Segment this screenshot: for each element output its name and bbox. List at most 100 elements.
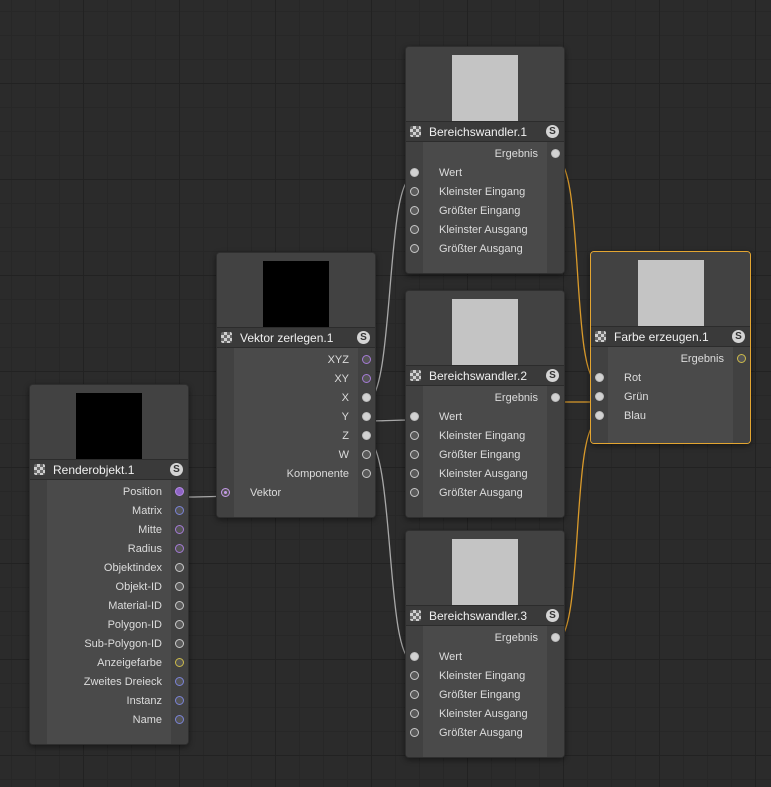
port-x[interactable]: X — [217, 389, 375, 408]
port-dot[interactable] — [410, 690, 419, 699]
port-dot[interactable] — [410, 187, 419, 196]
port-groesster-eingang[interactable]: Größter Eingang — [406, 686, 564, 705]
port-dot[interactable] — [551, 149, 560, 158]
port-mitte[interactable]: Mitte — [30, 521, 188, 540]
port-dot[interactable] — [175, 506, 184, 515]
port-ergebnis[interactable]: Ergebnis — [406, 629, 564, 648]
port-dot[interactable] — [551, 633, 560, 642]
port-groesster-eingang[interactable]: Größter Eingang — [406, 446, 564, 465]
port-dot[interactable] — [175, 639, 184, 648]
port-dot[interactable] — [410, 206, 419, 215]
port-xy[interactable]: XY — [217, 370, 375, 389]
port-dot[interactable] — [362, 412, 371, 421]
node-renderobjekt[interactable]: Renderobjekt.1 S Position Matrix Mitte R… — [29, 384, 189, 745]
port-dot[interactable] — [410, 709, 419, 718]
port-blau[interactable]: Blau — [591, 407, 750, 426]
port-groesster-ausgang[interactable]: Größter Ausgang — [406, 724, 564, 743]
node-bereichswandler-1[interactable]: Bereichswandler.1 S Ergebnis Wert Kleins… — [405, 46, 565, 274]
port-dot[interactable] — [362, 374, 371, 383]
port-dot[interactable] — [175, 620, 184, 629]
port-dot[interactable] — [175, 677, 184, 686]
port-dot[interactable] — [175, 601, 184, 610]
port-kleinster-eingang[interactable]: Kleinster Eingang — [406, 667, 564, 686]
node-header[interactable]: Bereichswandler.3 S — [406, 605, 564, 626]
port-komponente[interactable]: Komponente — [217, 465, 375, 484]
node-bereichswandler-2[interactable]: Bereichswandler.2 S Ergebnis Wert Kleins… — [405, 290, 565, 518]
port-name[interactable]: Name — [30, 711, 188, 730]
port-dot[interactable] — [175, 658, 184, 667]
port-dot[interactable] — [362, 469, 371, 478]
port-objekt-id[interactable]: Objekt-ID — [30, 578, 188, 597]
port-dot[interactable] — [410, 225, 419, 234]
port-w[interactable]: W — [217, 446, 375, 465]
port-z[interactable]: Z — [217, 427, 375, 446]
port-dot[interactable] — [410, 488, 419, 497]
port-anzeigefarbe[interactable]: Anzeigefarbe — [30, 654, 188, 673]
port-ergebnis[interactable]: Ergebnis — [591, 350, 750, 369]
port-groesster-ausgang[interactable]: Größter Ausgang — [406, 484, 564, 503]
port-vektor[interactable]: Vektor — [217, 484, 375, 503]
port-objektindex[interactable]: Objektindex — [30, 559, 188, 578]
node-vektor-zerlegen[interactable]: Vektor zerlegen.1 S XYZ XY X Y Z W Kompo… — [216, 252, 376, 518]
port-y[interactable]: Y — [217, 408, 375, 427]
port-dot[interactable] — [737, 354, 746, 363]
port-material-id[interactable]: Material-ID — [30, 597, 188, 616]
port-polygon-id[interactable]: Polygon-ID — [30, 616, 188, 635]
port-ergebnis[interactable]: Ergebnis — [406, 389, 564, 408]
solo-icon[interactable]: S — [546, 609, 559, 622]
port-wert[interactable]: Wert — [406, 648, 564, 667]
port-dot[interactable] — [595, 373, 604, 382]
port-dot[interactable] — [221, 488, 230, 497]
port-kleinster-eingang[interactable]: Kleinster Eingang — [406, 183, 564, 202]
port-dot[interactable] — [175, 525, 184, 534]
solo-icon[interactable]: S — [732, 330, 745, 343]
port-kleinster-eingang[interactable]: Kleinster Eingang — [406, 427, 564, 446]
port-gruen[interactable]: Grün — [591, 388, 750, 407]
node-header[interactable]: Farbe erzeugen.1 S — [591, 326, 750, 347]
port-dot[interactable] — [175, 696, 184, 705]
port-dot[interactable] — [175, 487, 184, 496]
port-dot[interactable] — [175, 582, 184, 591]
port-wert[interactable]: Wert — [406, 408, 564, 427]
port-groesster-eingang[interactable]: Größter Eingang — [406, 202, 564, 221]
port-dot[interactable] — [595, 392, 604, 401]
port-dot[interactable] — [175, 563, 184, 572]
port-wert[interactable]: Wert — [406, 164, 564, 183]
port-dot[interactable] — [362, 450, 371, 459]
port-groesster-ausgang[interactable]: Größter Ausgang — [406, 240, 564, 259]
port-dot[interactable] — [410, 728, 419, 737]
port-dot[interactable] — [410, 671, 419, 680]
port-xyz[interactable]: XYZ — [217, 351, 375, 370]
port-rot[interactable]: Rot — [591, 369, 750, 388]
port-dot[interactable] — [175, 544, 184, 553]
node-header[interactable]: Bereichswandler.1 S — [406, 121, 564, 142]
port-dot[interactable] — [410, 168, 419, 177]
port-dot[interactable] — [362, 355, 371, 364]
node-header[interactable]: Renderobjekt.1 S — [30, 459, 188, 480]
port-sub-polygon-id[interactable]: Sub-Polygon-ID — [30, 635, 188, 654]
port-dot[interactable] — [551, 393, 560, 402]
port-kleinster-ausgang[interactable]: Kleinster Ausgang — [406, 705, 564, 724]
port-kleinster-ausgang[interactable]: Kleinster Ausgang — [406, 465, 564, 484]
solo-icon[interactable]: S — [170, 463, 183, 476]
port-ergebnis[interactable]: Ergebnis — [406, 145, 564, 164]
port-dot[interactable] — [410, 652, 419, 661]
node-header[interactable]: Vektor zerlegen.1 S — [217, 327, 375, 348]
solo-icon[interactable]: S — [546, 369, 559, 382]
port-dot[interactable] — [410, 412, 419, 421]
port-radius[interactable]: Radius — [30, 540, 188, 559]
port-kleinster-ausgang[interactable]: Kleinster Ausgang — [406, 221, 564, 240]
port-dot[interactable] — [410, 431, 419, 440]
port-dot[interactable] — [410, 244, 419, 253]
node-header[interactable]: Bereichswandler.2 S — [406, 365, 564, 386]
port-zweites-dreieck[interactable]: Zweites Dreieck — [30, 673, 188, 692]
port-position[interactable]: Position — [30, 483, 188, 502]
port-dot[interactable] — [175, 715, 184, 724]
port-dot[interactable] — [362, 393, 371, 402]
port-dot[interactable] — [595, 411, 604, 420]
node-bereichswandler-3[interactable]: Bereichswandler.3 S Ergebnis Wert Kleins… — [405, 530, 565, 758]
port-dot[interactable] — [362, 431, 371, 440]
port-matrix[interactable]: Matrix — [30, 502, 188, 521]
port-instanz[interactable]: Instanz — [30, 692, 188, 711]
node-farbe-erzeugen[interactable]: Farbe erzeugen.1 S Ergebnis Rot Grün Bla… — [590, 251, 751, 444]
